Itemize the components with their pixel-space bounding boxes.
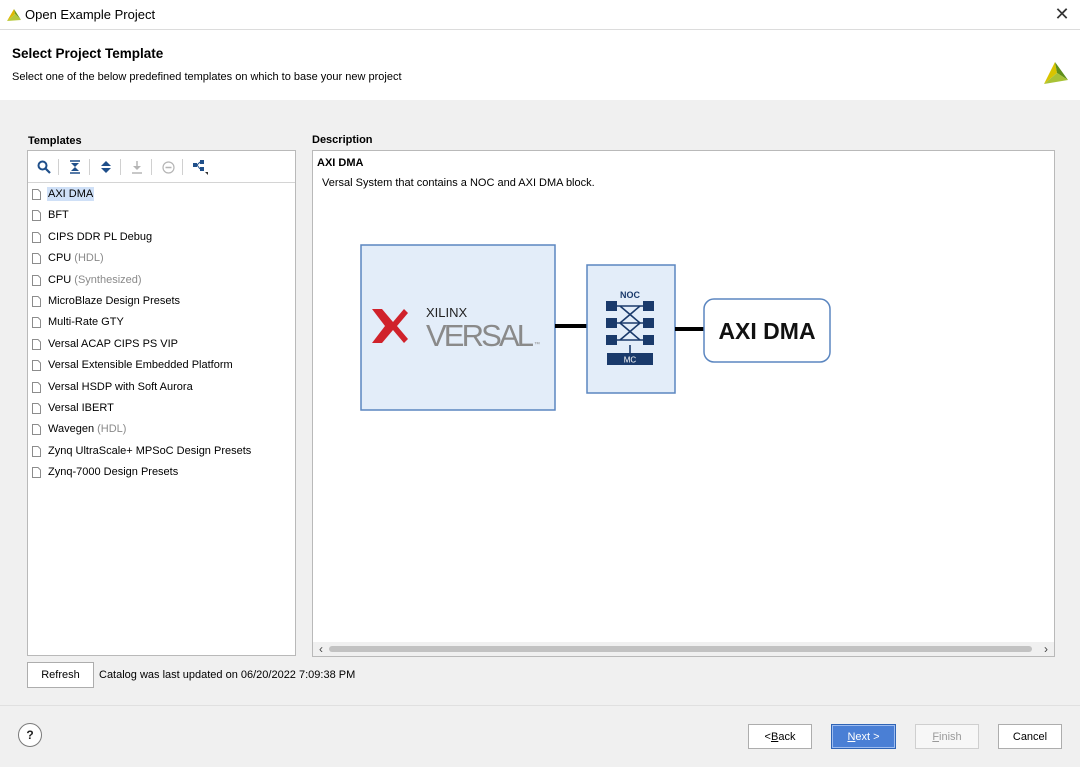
template-item[interactable]: Versal Extensible Embedded Platform <box>28 355 295 376</box>
template-item[interactable]: CPU (Synthesized) <box>28 270 295 291</box>
template-item[interactable]: CIPS DDR PL Debug <box>28 227 295 248</box>
finish-button: Finish <box>915 724 979 749</box>
search-icon[interactable] <box>34 157 54 177</box>
template-file-icon <box>32 210 41 222</box>
template-item-label: Versal ACAP CIPS PS VIP <box>48 337 179 350</box>
mc-text: MC <box>624 356 637 365</box>
template-item-suffix: (HDL) <box>97 423 127 436</box>
template-item[interactable]: Zynq UltraScale+ MPSoC Design Presets <box>28 441 295 462</box>
hierarchy-icon[interactable] <box>190 157 210 177</box>
template-item[interactable]: Versal HSDP with Soft Aurora <box>28 377 295 398</box>
template-item-suffix: (Synthesized) <box>74 273 142 286</box>
catalog-status: Catalog was last updated on 06/20/2022 7… <box>99 669 356 681</box>
templates-panel: AXI DMA BFT CIPS DDR PL Debug CPU (HDL) CPU … <box>27 150 296 656</box>
scroll-thumb[interactable] <box>329 646 1032 652</box>
expand-all-icon[interactable] <box>96 157 116 177</box>
page-subtitle: Select one of the below predefined templ… <box>12 71 402 83</box>
trademark-text: ™ <box>534 341 540 348</box>
template-file-icon <box>32 424 41 436</box>
template-item[interactable]: Wavegen (HDL) <box>28 419 295 440</box>
template-item-label: Multi-Rate GTY <box>48 316 124 329</box>
block-diagram: XILINX VERSAL ™ NOC MC AXI DMA <box>360 244 831 411</box>
template-file-icon <box>32 295 41 307</box>
vivado-app-icon <box>7 9 21 21</box>
horizontal-scrollbar[interactable]: ‹ › <box>313 642 1054 656</box>
template-item-label: BFT <box>48 209 69 222</box>
axi-dma-text: AXI DMA <box>718 318 815 344</box>
back-button[interactable]: < Back <box>748 724 812 749</box>
template-file-icon <box>32 381 41 393</box>
template-item-label: Wavegen (HDL) <box>48 423 127 436</box>
template-item[interactable]: Versal ACAP CIPS PS VIP <box>28 334 295 355</box>
template-item-label: AXI DMA <box>47 187 95 201</box>
template-item-label: Versal Extensible Embedded Platform <box>48 359 233 372</box>
download-icon <box>127 157 147 177</box>
template-file-icon <box>32 402 41 414</box>
template-file-icon <box>32 189 41 200</box>
template-item-label: Zynq-7000 Design Presets <box>48 466 179 479</box>
template-file-icon <box>32 317 41 329</box>
templates-label: Templates <box>28 135 82 147</box>
template-item-label: Zynq UltraScale+ MPSoC Design Presets <box>48 444 252 457</box>
description-title: AXI DMA <box>317 157 364 169</box>
noc-text: NOC <box>620 290 641 300</box>
window-title: Open Example Project <box>25 7 156 22</box>
template-item[interactable]: BFT <box>28 205 295 226</box>
remove-icon <box>158 157 178 177</box>
description-label: Description <box>312 134 373 146</box>
template-item-suffix: (HDL) <box>74 252 104 265</box>
template-item-label: MicroBlaze Design Presets <box>48 294 181 307</box>
scroll-right-icon[interactable]: › <box>1039 642 1053 656</box>
scroll-left-icon[interactable]: ‹ <box>314 642 328 656</box>
header: Select Project Template Select one of th… <box>0 30 1080 100</box>
template-item[interactable]: Versal IBERT <box>28 398 295 419</box>
page-title: Select Project Template <box>12 46 164 61</box>
template-item-label: CPU (Synthesized) <box>48 273 142 286</box>
template-list: AXI DMA BFT CIPS DDR PL Debug CPU (HDL) CPU … <box>28 184 295 483</box>
template-file-icon <box>32 467 41 479</box>
templates-toolbar <box>28 151 295 183</box>
vivado-logo-icon <box>1044 62 1068 84</box>
cancel-button[interactable]: Cancel <box>998 724 1062 749</box>
description-panel: AXI DMA Versal System that contains a NO… <box>312 150 1055 657</box>
template-item-label: CIPS DDR PL Debug <box>48 230 153 243</box>
template-item[interactable]: Zynq-7000 Design Presets <box>28 462 295 483</box>
noc-block <box>586 264 676 394</box>
template-file-icon <box>32 360 41 372</box>
template-item-label: CPU (HDL) <box>48 252 104 265</box>
template-item[interactable]: CPU (HDL) <box>28 248 295 269</box>
template-file-icon <box>32 338 41 350</box>
template-item-label: Versal HSDP with Soft Aurora <box>48 380 193 393</box>
title-bar: Open Example Project ✕ <box>0 0 1080 30</box>
template-item[interactable]: AXI DMA <box>28 184 295 205</box>
description-text: Versal System that contains a NOC and AX… <box>322 177 595 189</box>
template-file-icon <box>32 274 41 286</box>
template-file-icon <box>32 231 41 243</box>
collapse-all-icon[interactable] <box>65 157 85 177</box>
help-button[interactable]: ? <box>18 723 42 747</box>
template-file-icon <box>32 253 41 265</box>
template-item[interactable]: MicroBlaze Design Presets <box>28 291 295 312</box>
close-icon[interactable]: ✕ <box>1052 4 1072 24</box>
next-button[interactable]: Next > <box>831 724 896 749</box>
footer: ? < Back Next > Finish Cancel <box>0 705 1080 767</box>
template-item-label: Versal IBERT <box>48 401 114 414</box>
template-file-icon <box>32 445 41 457</box>
refresh-button[interactable]: Refresh <box>27 662 94 688</box>
template-item[interactable]: Multi-Rate GTY <box>28 312 295 333</box>
versal-text: VERSAL <box>426 318 534 353</box>
